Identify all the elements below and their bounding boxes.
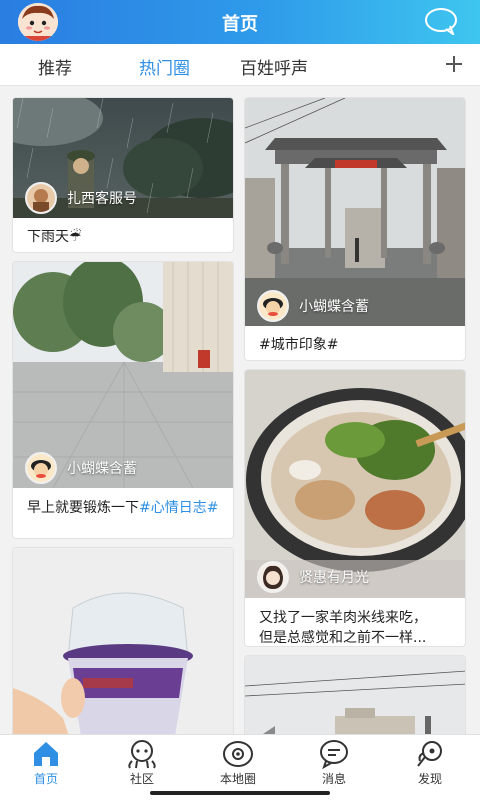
caption-line: 但是总感觉和之前不一样... [259, 630, 427, 646]
post-image [245, 656, 465, 744]
author-name: 贤惠有月光 [299, 570, 369, 586]
nav-discover[interactable]: 发现 [400, 739, 460, 787]
nav-label: 消息 [321, 772, 346, 786]
discover-icon [417, 741, 442, 767]
tab-public-voice[interactable]: 百姓呼声 [240, 54, 308, 79]
post-card[interactable]: 贤惠有月光 又找了一家羊肉米线来吃， 但是总感觉和之前不一样... [244, 369, 466, 647]
post-caption: 下雨天☔ [27, 229, 82, 245]
home-indicator [150, 791, 330, 795]
author-avatar [257, 561, 289, 593]
home-icon [34, 742, 58, 766]
message-icon [320, 740, 348, 769]
nav-community[interactable]: 社区 [112, 739, 172, 787]
nav-label: 首页 [33, 772, 58, 786]
post-card[interactable] [244, 655, 466, 745]
nav-label: 社区 [129, 772, 154, 786]
nav-home[interactable]: 首页 [16, 739, 76, 787]
nav-label: 发现 [417, 772, 442, 786]
post-card[interactable]: 小蝴蝶含蓄 早上就要锻炼一下#心情日志# [12, 261, 234, 539]
page-title: 首页 [222, 14, 258, 35]
post-author[interactable]: 贤惠有月光 [257, 561, 369, 593]
author-avatar [257, 290, 289, 322]
chat-bubble-icon[interactable] [424, 7, 458, 37]
author-name: 扎西客服号 [67, 191, 137, 207]
author-name: 小蝴蝶含蓄 [67, 461, 137, 477]
nav-messages[interactable]: 消息 [304, 739, 364, 787]
post-author[interactable]: 小蝴蝶含蓄 [257, 290, 369, 322]
nav-label: 本地圈 [219, 772, 256, 786]
post-caption: 又找了一家羊肉米线来吃， 但是总感觉和之前不一样... [259, 608, 455, 646]
author-avatar [25, 452, 57, 484]
post-hashtag[interactable]: #城市印象# [259, 335, 455, 355]
post-caption: 早上就要锻炼一下#心情日志# [27, 498, 223, 518]
post-hashtag[interactable]: #心情日志# [139, 500, 218, 516]
post-card[interactable]: 扎西客服号 下雨天☔ [12, 97, 234, 253]
add-tab-icon[interactable] [442, 50, 466, 78]
author-name: 小蝴蝶含蓄 [299, 299, 369, 315]
post-image [13, 548, 233, 746]
community-icon [128, 740, 156, 769]
top-bar: 首页 [0, 0, 480, 44]
post-author[interactable]: 小蝴蝶含蓄 [25, 452, 137, 484]
post-card[interactable]: 小蝴蝶含蓄 #城市印象# [244, 97, 466, 361]
tab-recommend[interactable]: 推荐 [38, 54, 72, 79]
caption-text: 早上就要锻炼一下 [27, 500, 139, 516]
local-circle-icon [223, 741, 253, 767]
post-author[interactable]: 扎西客服号 [25, 182, 137, 214]
post-card[interactable] [12, 547, 234, 747]
category-tabs: 推荐 热门圈 百姓呼声 [0, 44, 480, 86]
nav-local-circle[interactable]: 本地圈 [208, 739, 268, 787]
tab-hot-circle[interactable]: 热门圈 [139, 54, 190, 79]
caption-line: 又找了一家羊肉米线来吃， [259, 610, 427, 626]
author-avatar [25, 182, 57, 214]
